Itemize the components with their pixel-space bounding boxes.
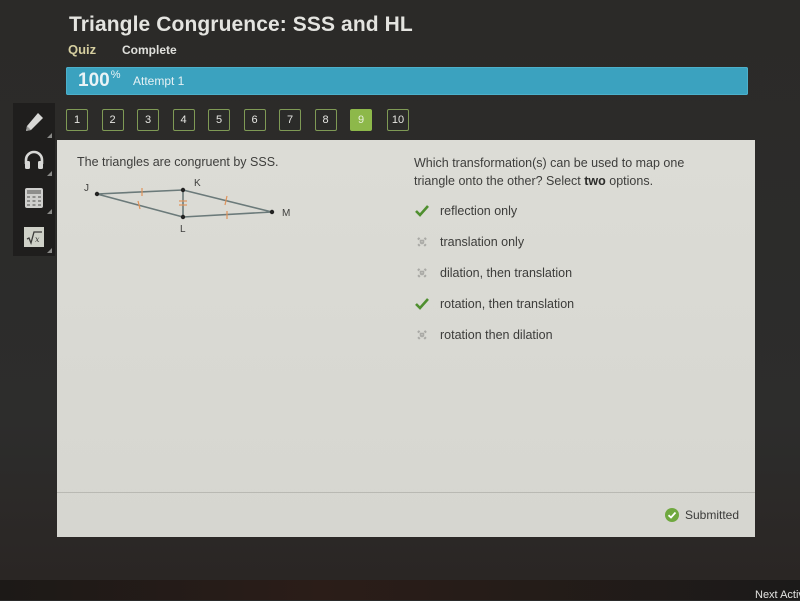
square-root-icon: x [24, 227, 44, 247]
panel-divider [57, 492, 755, 493]
question-button-9[interactable]: 9 [350, 109, 372, 131]
question-statement: The triangles are congruent by SSS. [77, 155, 279, 169]
question-button-4[interactable]: 4 [172, 109, 195, 131]
tool-corner-indicator [47, 209, 52, 214]
label-m: M [282, 208, 290, 219]
answer-option-label: translation only [440, 235, 525, 249]
label-k: K [194, 178, 201, 189]
progress-percent-sign: % [110, 69, 121, 81]
point-k [180, 187, 186, 193]
answer-option[interactable]: rotation then dilation [414, 326, 674, 344]
attempt-label: Attempt 1 [133, 74, 185, 88]
answer-option-label: rotation, then translation [440, 297, 575, 311]
question-button-10[interactable]: 10 [387, 109, 409, 131]
question-button-2[interactable]: 2 [101, 109, 124, 131]
point-m [269, 209, 275, 215]
answer-option-label: dilation, then translation [440, 266, 573, 280]
next-activity-button[interactable]: Next Activity [755, 589, 800, 601]
tool-sidebar: x [13, 103, 55, 256]
headphones-icon [24, 150, 44, 169]
answer-option[interactable]: reflection only [414, 202, 674, 220]
bottom-bar [0, 580, 800, 600]
label-l: L [180, 224, 186, 235]
progress-percent-value: 100 [78, 70, 110, 91]
tool-corner-indicator [47, 133, 52, 138]
calculator-tool-button[interactable] [13, 179, 55, 217]
answer-option[interactable]: rotation, then translation [414, 295, 674, 313]
question-button-3[interactable]: 3 [137, 109, 159, 131]
segment-km [182, 189, 273, 213]
audio-tool-button[interactable] [13, 141, 55, 179]
progress-bar: 100% Attempt 1 [66, 67, 748, 95]
point-l [180, 214, 186, 220]
question-button-7[interactable]: 7 [279, 109, 301, 131]
answer-option-label: rotation then dilation [440, 328, 553, 342]
tool-corner-indicator [47, 248, 52, 253]
question-button-8[interactable]: 8 [314, 109, 337, 131]
triangle-figure: J K L M [84, 178, 290, 235]
page-title: Triangle Congruence: SSS and HL [69, 13, 413, 36]
question-button-5[interactable]: 5 [208, 109, 230, 131]
x-icon [414, 327, 430, 343]
question-button-1[interactable]: 1 [66, 109, 88, 131]
activity-type-label: Quiz [68, 42, 97, 57]
check-icon [414, 296, 430, 312]
pencil-tool-button[interactable] [13, 103, 55, 141]
formula-tool-button[interactable]: x [13, 218, 55, 256]
answer-option-label: reflection only [440, 204, 518, 218]
point-j [94, 191, 100, 197]
answer-option[interactable]: dilation, then translation [414, 264, 674, 282]
question-panel: The triangles are congruent by SSS. J K [57, 140, 755, 537]
x-icon [414, 234, 430, 250]
svg-text:x: x [35, 235, 40, 244]
pencil-icon [26, 113, 43, 131]
question-button-6[interactable]: 6 [243, 109, 266, 131]
progress-percent: 100% [78, 69, 121, 92]
activity-status-label: Complete [122, 43, 177, 57]
prompt-text-part2: options. [605, 174, 654, 188]
answer-option[interactable]: translation only [414, 233, 674, 251]
x-icon [414, 265, 430, 281]
question-prompt: Which transformation(s) can be used to m… [414, 154, 714, 190]
calculator-icon [25, 188, 43, 208]
submitted-label: Submitted [684, 508, 739, 522]
submitted-status: Submitted [664, 508, 739, 522]
tool-corner-indicator [47, 171, 52, 176]
segment-jk [96, 189, 184, 195]
prompt-emphasis: two [584, 174, 606, 188]
label-j: J [84, 183, 89, 194]
check-icon [414, 203, 430, 219]
segment-jl [96, 193, 184, 218]
submitted-check-icon [664, 508, 679, 522]
